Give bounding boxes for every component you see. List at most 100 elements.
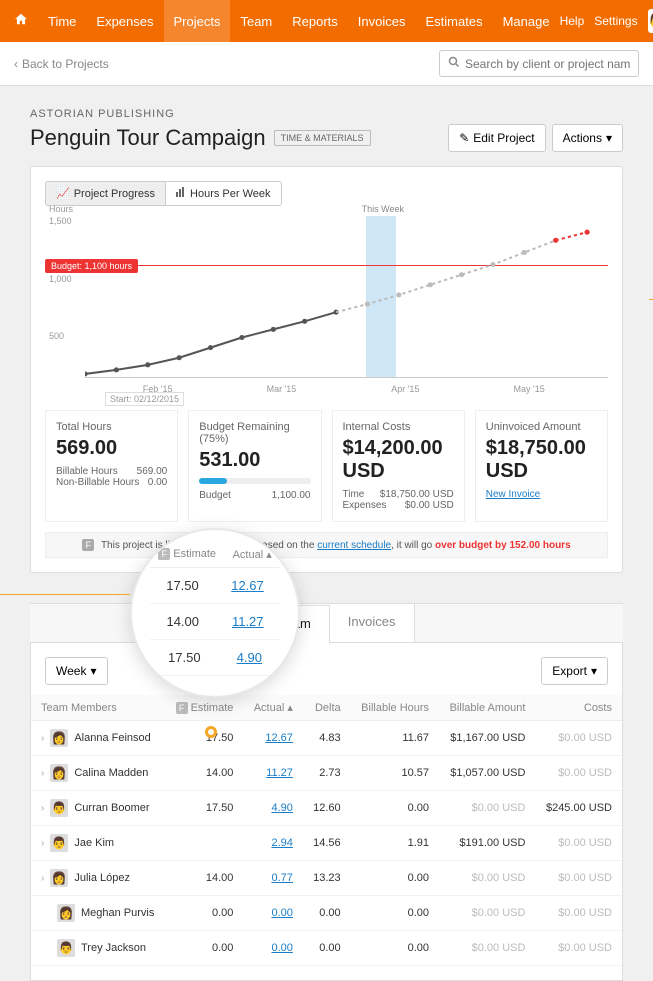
x-tick-may: May '15 xyxy=(514,384,545,394)
budget-label: Budget xyxy=(199,490,231,501)
cell-actual[interactable]: 0.77 xyxy=(271,872,292,884)
cell-amount: $191.00 USD xyxy=(439,826,535,861)
stat-value: $14,200.00 USD xyxy=(343,437,454,483)
cell-delta: 0.00 xyxy=(303,896,351,931)
stat-value: $18,750.00 USD xyxy=(486,437,597,483)
user-menu[interactable]: 👨 Israel ▾ xyxy=(648,7,653,35)
cell-amount: $0.00 USD xyxy=(439,791,535,826)
col-delta[interactable]: Delta xyxy=(303,695,351,721)
cell-delta: 13.23 xyxy=(303,861,351,896)
stat-label: Internal Costs xyxy=(343,421,454,433)
nav-projects[interactable]: Projects xyxy=(164,0,231,42)
cell-delta: 4.83 xyxy=(303,721,351,756)
tab-invoices[interactable]: Invoices xyxy=(330,604,415,642)
sort-asc-icon: ▴ xyxy=(287,701,293,714)
cell-costs: $0.00 USD xyxy=(535,861,622,896)
time-value: $18,750.00 USD xyxy=(380,489,454,500)
member-name: Calina Madden xyxy=(74,767,148,779)
budget-progress xyxy=(199,478,310,484)
toggle-progress-label: Project Progress xyxy=(74,188,155,200)
line-chart-icon: 📈 xyxy=(56,187,70,200)
start-date-label: Start: 02/12/2015 xyxy=(105,392,184,406)
nav-expenses[interactable]: Expenses xyxy=(86,0,163,42)
sub-bar: ‹ Back to Projects xyxy=(0,42,653,86)
member-avatar: 👩 xyxy=(50,729,68,747)
nav-manage[interactable]: Manage xyxy=(493,0,560,42)
mag-est: 14.00 xyxy=(166,614,199,629)
callout-line-chart xyxy=(649,299,653,300)
member-name: Jae Kim xyxy=(74,837,114,849)
nav-team[interactable]: Team xyxy=(230,0,282,42)
cell-costs: $0.00 USD xyxy=(535,826,622,861)
stat-uninvoiced: Uninvoiced Amount $18,750.00 USD New Inv… xyxy=(475,410,608,522)
help-link[interactable]: Help xyxy=(560,14,585,28)
nav-estimates[interactable]: Estimates xyxy=(416,0,493,42)
cell-actual[interactable]: 12.67 xyxy=(265,732,293,744)
cell-actual[interactable]: 4.90 xyxy=(271,802,292,814)
this-week-label: This Week xyxy=(362,204,404,214)
cell-billable: 0.00 xyxy=(351,931,439,966)
expand-icon[interactable]: › xyxy=(41,803,44,814)
sort-asc-icon: ▴ xyxy=(266,549,272,561)
x-tick-mar: Mar '15 xyxy=(267,384,297,394)
cell-actual[interactable]: 0.00 xyxy=(271,942,292,954)
member-name: Alanna Feinsod xyxy=(74,732,150,744)
mag-act[interactable]: 11.27 xyxy=(232,614,264,629)
cell-billable: 10.57 xyxy=(351,756,439,791)
col-estimate[interactable]: FEstimate xyxy=(165,695,243,721)
expand-icon[interactable]: › xyxy=(41,733,44,744)
chart-svg xyxy=(85,216,608,378)
edit-project-button[interactable]: ✎ Edit Project xyxy=(448,124,545,152)
settings-link[interactable]: Settings xyxy=(594,14,637,28)
cell-actual[interactable]: 11.27 xyxy=(266,767,293,779)
expand-icon[interactable]: › xyxy=(41,873,44,884)
mag-act[interactable]: 4.90 xyxy=(237,650,262,665)
cell-actual[interactable]: 0.00 xyxy=(271,907,292,919)
nav-time[interactable]: Time xyxy=(38,0,86,42)
member-name: Curran Boomer xyxy=(74,802,149,814)
cell-estimate: 14.00 xyxy=(165,756,243,791)
toggle-progress[interactable]: 📈 Project Progress xyxy=(45,181,166,206)
table-row: 👨 Trey Jackson 0.00 0.00 0.00 0.00 $0.00… xyxy=(31,931,622,966)
mag-act[interactable]: 12.67 xyxy=(231,578,264,593)
member-avatar: 👨 xyxy=(50,834,68,852)
stat-value: 569.00 xyxy=(56,437,167,460)
y-tick-1500: 1,500 xyxy=(49,216,72,226)
project-title: Penguin Tour Campaign xyxy=(30,125,266,151)
nav-invoices[interactable]: Invoices xyxy=(348,0,416,42)
expand-icon[interactable]: › xyxy=(41,838,44,849)
cell-amount: $0.00 USD xyxy=(439,861,535,896)
cell-actual[interactable]: 2.94 xyxy=(271,837,292,849)
col-actual[interactable]: Actual ▴ xyxy=(243,695,303,721)
export-button[interactable]: Export ▾ xyxy=(541,657,608,685)
table-row: 👩 Meghan Purvis 0.00 0.00 0.00 0.00 $0.0… xyxy=(31,896,622,931)
member-name: Julia López xyxy=(74,872,130,884)
forecast-chip-icon: F xyxy=(158,548,170,560)
forecast-over: over budget by 152.00 hours xyxy=(435,540,571,551)
col-costs[interactable]: Costs xyxy=(535,695,622,721)
member-name: Trey Jackson xyxy=(81,942,146,954)
cell-amount: $0.00 USD xyxy=(439,896,535,931)
home-icon[interactable] xyxy=(14,12,28,31)
week-filter-button[interactable]: Week ▾ xyxy=(45,657,108,685)
search-box[interactable] xyxy=(439,50,639,77)
col-member[interactable]: Team Members xyxy=(31,695,165,721)
cell-billable: 0.00 xyxy=(351,896,439,931)
search-input[interactable] xyxy=(465,57,630,71)
current-schedule-link[interactable]: current schedule xyxy=(317,540,391,551)
export-label: Export xyxy=(552,664,587,678)
member-name: Meghan Purvis xyxy=(81,907,154,919)
cell-costs: $0.00 USD xyxy=(535,931,622,966)
toggle-hours[interactable]: Hours Per Week xyxy=(166,181,282,206)
stat-budget: Budget Remaining (75%) 531.00 Budget1,10… xyxy=(188,410,321,522)
col-amount[interactable]: Billable Amount xyxy=(439,695,535,721)
expand-icon[interactable]: › xyxy=(41,768,44,779)
y-tick-1000: 1,000 xyxy=(49,274,72,284)
stat-internal-costs: Internal Costs $14,200.00 USD Time$18,75… xyxy=(332,410,465,522)
col-billable[interactable]: Billable Hours xyxy=(351,695,439,721)
new-invoice-link[interactable]: New Invoice xyxy=(486,489,597,500)
actions-button[interactable]: Actions ▾ xyxy=(552,124,623,152)
back-to-projects[interactable]: ‹ Back to Projects xyxy=(14,57,109,71)
table-row: › 👩 Julia López 14.00 0.77 13.23 0.00 $0… xyxy=(31,861,622,896)
nav-reports[interactable]: Reports xyxy=(282,0,348,42)
